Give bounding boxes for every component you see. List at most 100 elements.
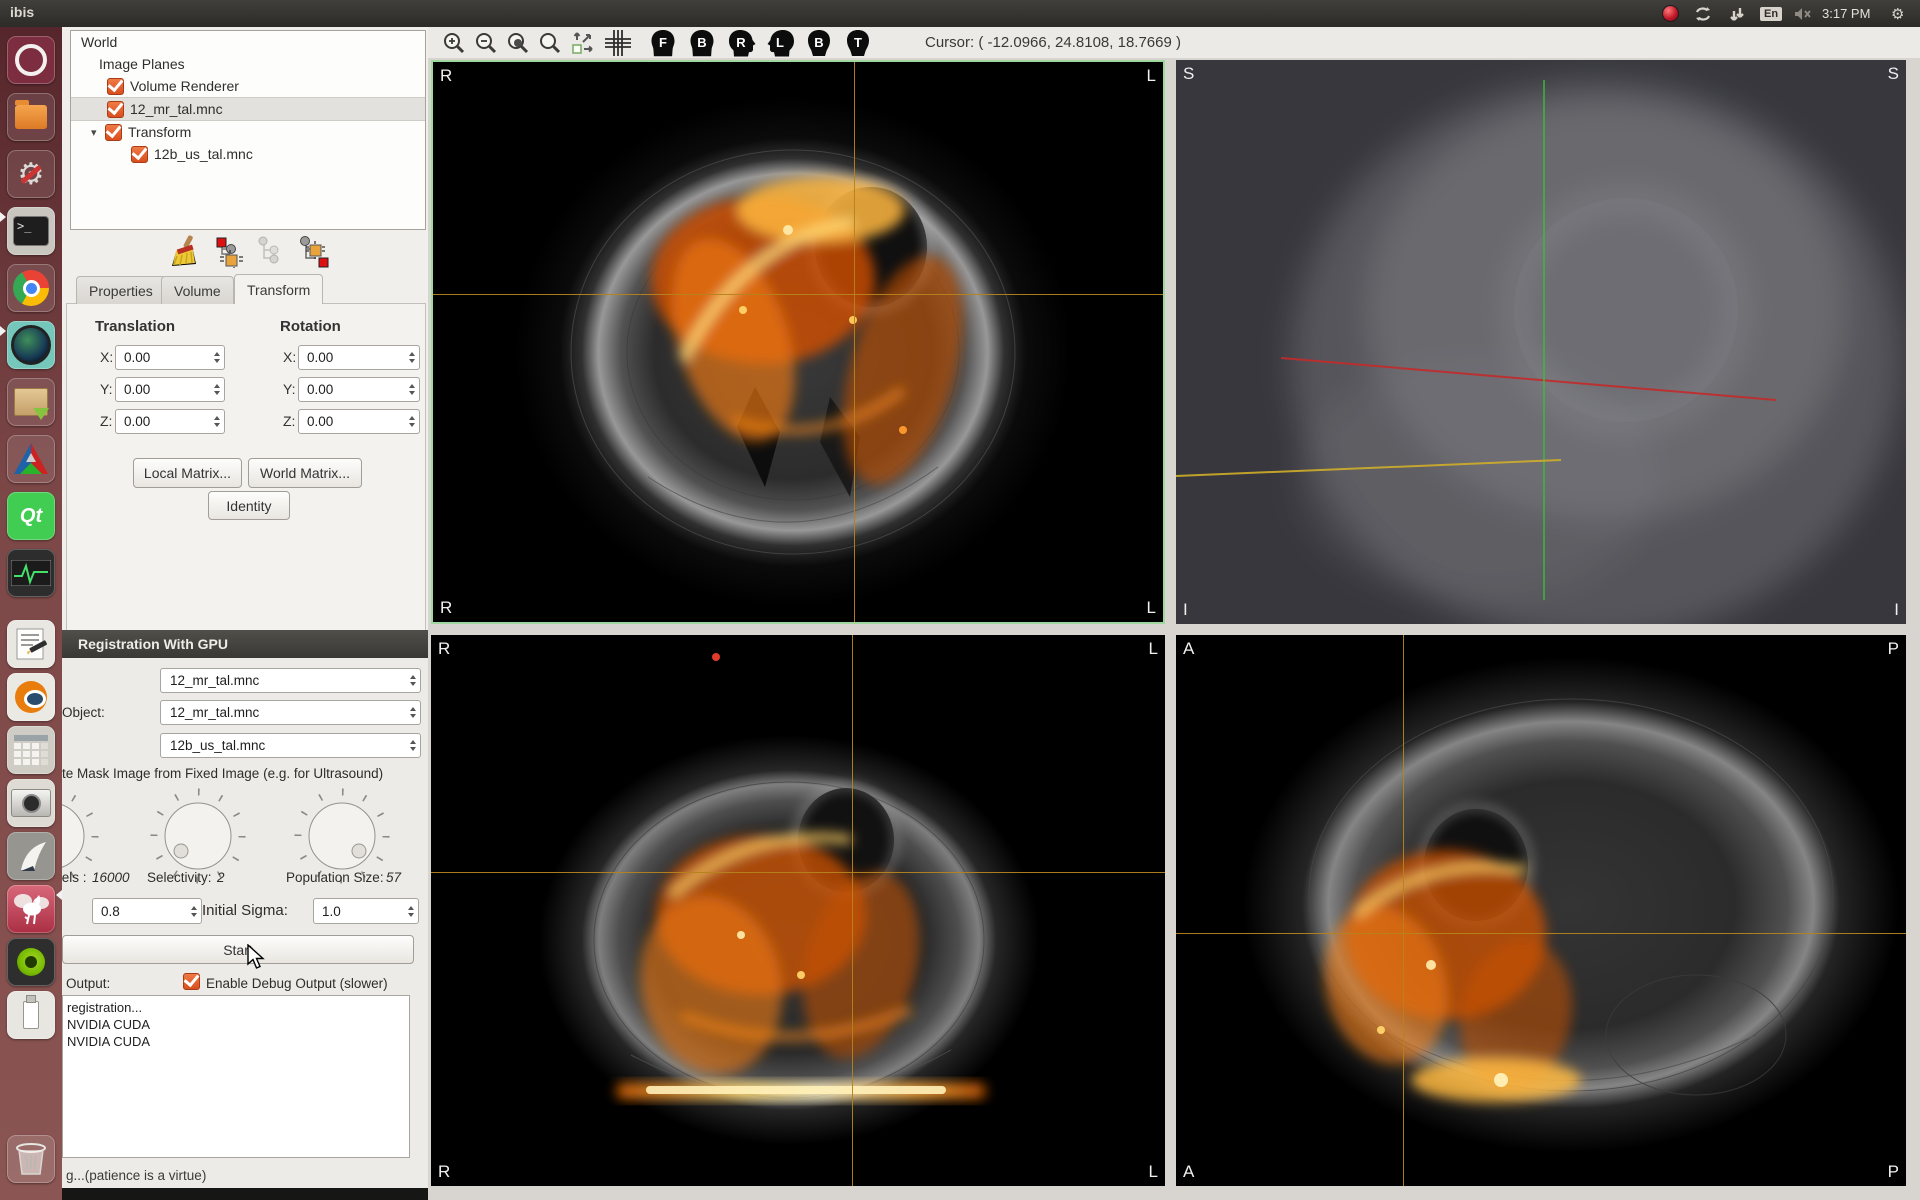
registration-log[interactable]: registration... NVIDIA CUDA NVIDIA CUDA bbox=[62, 995, 410, 1158]
clean-scene-broom-icon[interactable] bbox=[166, 234, 200, 270]
rotation-z-input[interactable]: 0.00 bbox=[298, 409, 420, 434]
view-back-button[interactable]: B bbox=[687, 28, 717, 58]
launcher-ibis-icon[interactable] bbox=[7, 885, 55, 933]
zoom-in-icon[interactable] bbox=[442, 31, 466, 55]
clock[interactable]: 3:17 PM bbox=[1822, 0, 1870, 27]
expander-icon[interactable]: ▾ bbox=[91, 126, 103, 139]
translation-z-input[interactable]: 0.00 bbox=[115, 409, 225, 434]
graph-node-red-icon[interactable] bbox=[214, 236, 244, 268]
registration-status: g...(patience is a virtue) bbox=[66, 1168, 206, 1183]
checkbox-checked-icon[interactable] bbox=[107, 101, 124, 118]
launcher-settings-icon[interactable]: ⚙ bbox=[7, 150, 55, 198]
local-matrix-button[interactable]: Local Matrix... bbox=[133, 458, 242, 488]
fixed-object-combo[interactable]: 12_mr_tal.mnc bbox=[160, 668, 421, 693]
button-label: Identity bbox=[226, 498, 271, 514]
tree-label: Volume Renderer bbox=[130, 78, 239, 94]
us-object-combo[interactable]: 12b_us_tal.mnc bbox=[160, 733, 421, 758]
tray-sync-icon[interactable] bbox=[1694, 0, 1712, 27]
launcher-calculator-icon[interactable] bbox=[7, 726, 55, 774]
start-button[interactable]: Start bbox=[62, 935, 414, 964]
keyboard-layout-indicator[interactable]: En bbox=[1760, 0, 1782, 27]
launcher-trash-icon[interactable] bbox=[7, 1135, 55, 1183]
grid-planes-icon[interactable] bbox=[604, 29, 632, 57]
tree-item-volume-renderer[interactable]: Volume Renderer bbox=[71, 75, 425, 97]
checkbox-checked-icon[interactable] bbox=[107, 78, 124, 95]
world-matrix-button[interactable]: World Matrix... bbox=[248, 458, 362, 488]
launcher-system-monitor-icon[interactable] bbox=[7, 549, 55, 597]
launcher-cmake-icon[interactable] bbox=[7, 435, 55, 483]
spinner-arrows-icon[interactable] bbox=[409, 410, 415, 433]
value: 1.0 bbox=[322, 904, 341, 919]
gear-icon: ⚙ bbox=[1891, 5, 1904, 23]
spinner-arrows-icon[interactable] bbox=[409, 378, 415, 401]
launcher-terminal-icon[interactable]: >_ bbox=[7, 207, 55, 255]
initial-sigma-input[interactable]: 1.0 bbox=[313, 898, 419, 924]
graph-node-output-icon[interactable] bbox=[298, 236, 330, 268]
graph-node-disabled-icon[interactable] bbox=[256, 236, 286, 268]
orientation-label: I bbox=[1183, 600, 1188, 620]
spinner-arrows-icon[interactable] bbox=[214, 346, 220, 369]
moving-object-combo[interactable]: 12_mr_tal.mnc bbox=[160, 700, 421, 725]
tray-network-icon[interactable] bbox=[1729, 0, 1745, 27]
checkbox-checked-icon[interactable] bbox=[105, 124, 122, 141]
launcher-package-installer-icon[interactable] bbox=[7, 378, 55, 426]
launcher-text-editor-icon[interactable] bbox=[7, 620, 55, 668]
launcher-usb-disk-icon[interactable] bbox=[7, 991, 55, 1039]
translation-y-input[interactable]: 0.00 bbox=[115, 377, 225, 402]
expand-view-icon[interactable] bbox=[570, 30, 596, 56]
debug-output-checkbox[interactable] bbox=[183, 973, 200, 990]
value: 0.00 bbox=[124, 382, 150, 397]
spinner-arrows-icon[interactable] bbox=[191, 899, 197, 923]
zoom-out-icon[interactable] bbox=[474, 31, 498, 55]
button-label: World Matrix... bbox=[260, 465, 350, 481]
zoom-reset-icon[interactable] bbox=[538, 31, 562, 55]
checkbox-checked-icon[interactable] bbox=[131, 146, 148, 163]
tree-item-world[interactable]: World bbox=[71, 31, 425, 53]
tray-volume-icon[interactable] bbox=[1794, 0, 1812, 27]
tree-item-image-planes[interactable]: Image Planes bbox=[71, 53, 425, 75]
rotation-y-input[interactable]: 0.00 bbox=[298, 377, 420, 402]
registration-titlebar[interactable]: Registration With GPU bbox=[56, 630, 428, 658]
view-top-button[interactable]: T bbox=[843, 28, 873, 58]
tree-item-12b-us-tal[interactable]: 12b_us_tal.mnc bbox=[71, 143, 425, 165]
identity-button[interactable]: Identity bbox=[208, 491, 290, 520]
spinner-arrows-icon[interactable] bbox=[214, 410, 220, 433]
viewport-3d[interactable]: S S I I bbox=[1176, 60, 1906, 624]
launcher-paper-app-icon[interactable] bbox=[7, 832, 55, 880]
launcher-qt-creator-icon[interactable]: Qt bbox=[7, 492, 55, 540]
tab-transform[interactable]: Transform bbox=[234, 274, 323, 304]
view-right-button[interactable]: R bbox=[726, 28, 756, 58]
tab-properties[interactable]: Properties bbox=[76, 276, 166, 304]
launcher-image-viewer-icon[interactable] bbox=[7, 321, 55, 369]
session-menu[interactable]: ⚙ bbox=[1891, 0, 1904, 27]
launcher-camera-icon[interactable] bbox=[7, 779, 55, 827]
tray-record-icon[interactable] bbox=[1662, 0, 1679, 27]
axial-slice-image bbox=[433, 62, 1163, 622]
view-front-button[interactable]: F bbox=[648, 28, 678, 58]
spinner-arrows-icon[interactable] bbox=[408, 899, 414, 923]
spinner-arrows-icon[interactable] bbox=[409, 346, 415, 369]
tab-volume[interactable]: Volume bbox=[161, 276, 234, 304]
object-combo-label: Object: bbox=[62, 705, 105, 720]
launcher-blender-icon[interactable] bbox=[7, 673, 55, 721]
launcher-nvidia-icon[interactable] bbox=[7, 938, 55, 986]
rotation-x-label: X: bbox=[283, 349, 296, 365]
launcher-ubuntu-dash-icon[interactable] bbox=[7, 36, 55, 84]
view-left-button[interactable]: L bbox=[765, 28, 795, 58]
rotation-x-input[interactable]: 0.00 bbox=[298, 345, 420, 370]
viewport-axial[interactable]: R L R L bbox=[431, 60, 1165, 624]
tree-item-transform[interactable]: ▾ Transform bbox=[71, 121, 425, 143]
launcher-chrome-icon[interactable] bbox=[7, 264, 55, 312]
viewport-coronal[interactable]: R L R L bbox=[431, 635, 1165, 1186]
viewport-sagittal[interactable]: A P A P bbox=[1176, 635, 1906, 1186]
translation-z-label: Z: bbox=[100, 413, 112, 429]
translation-x-input[interactable]: 0.00 bbox=[115, 345, 225, 370]
tree-label: World bbox=[81, 34, 117, 50]
percentile-input[interactable]: 0.8 bbox=[92, 898, 202, 924]
view-bottom-button[interactable]: B bbox=[804, 28, 834, 58]
launcher-files-icon[interactable] bbox=[7, 93, 55, 141]
zoom-selection-icon[interactable] bbox=[506, 31, 530, 55]
spinner-arrows-icon[interactable] bbox=[214, 378, 220, 401]
tree-item-12-mr-tal[interactable]: 12_mr_tal.mnc bbox=[71, 97, 425, 121]
translation-y-label: Y: bbox=[100, 381, 112, 397]
